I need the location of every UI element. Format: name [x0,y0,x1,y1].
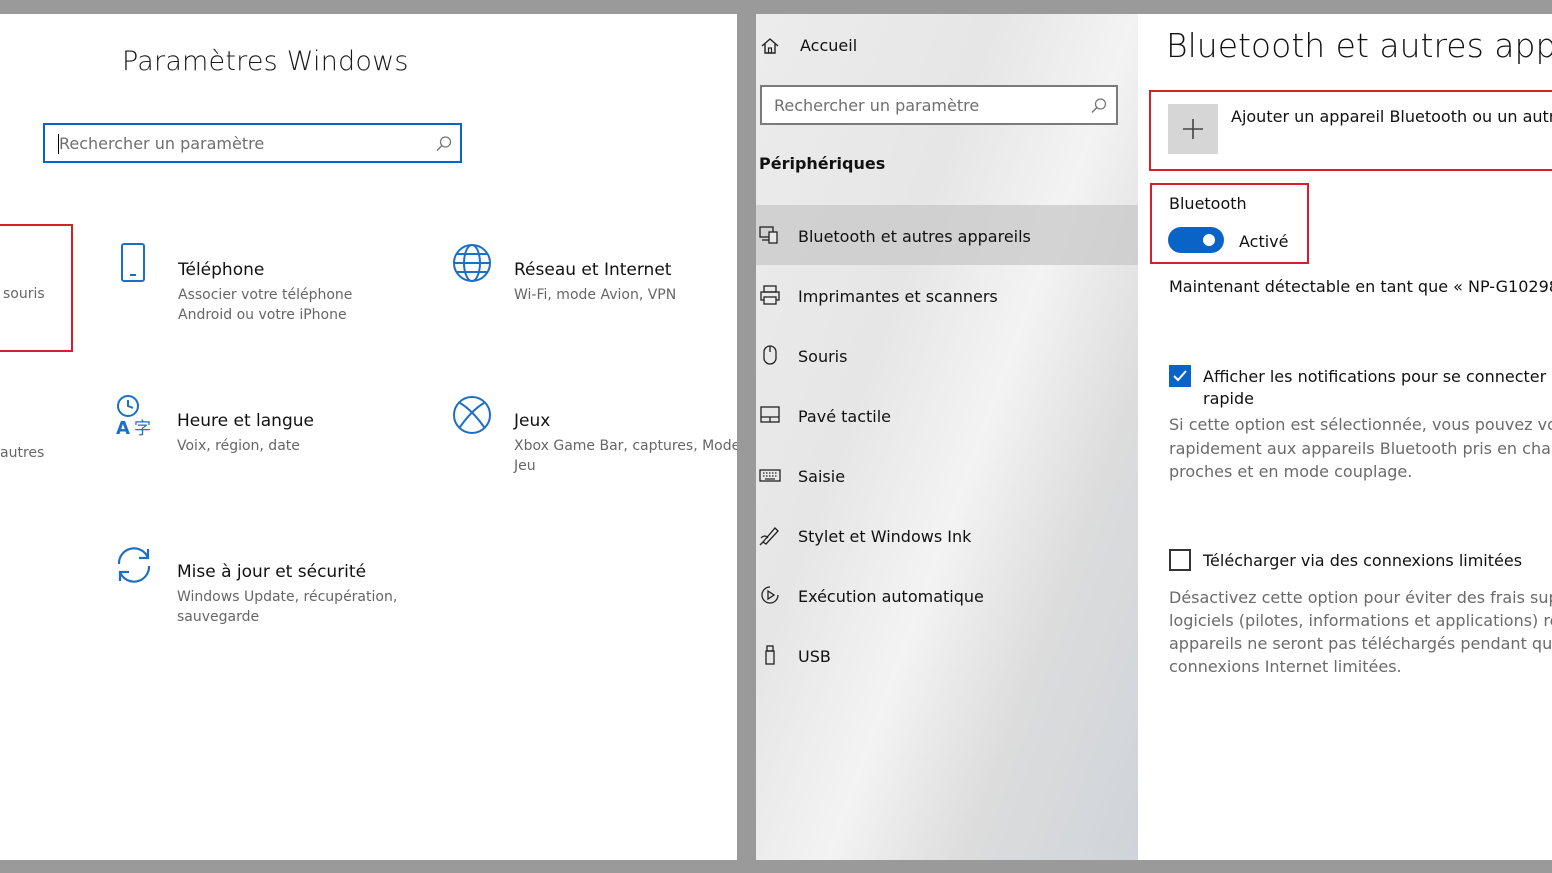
nav-item-label: Pavé tactile [798,407,892,426]
tile-jeux[interactable]: Jeux Xbox Game Bar, captures, Mode Jeu [446,390,737,480]
bluetooth-toggle[interactable] [1168,227,1224,253]
nav-item-label: Bluetooth et autres appareils [798,227,1031,246]
nav-item-label: Saisie [798,467,846,486]
nav-search-input[interactable]: Rechercher un paramètre [760,85,1118,125]
discoverable-text: Maintenant détectable en tant que « NP-G… [1169,277,1552,296]
toggle-knob [1203,234,1215,246]
content-title: Bluetooth et autres appareils [1166,26,1552,65]
metered-desc: connexions Internet limitées. [1169,657,1402,676]
autoplay-icon [761,586,779,604]
content-pane: Bluetooth et autres appareils Ajouter un… [1138,14,1552,860]
tile-reseau[interactable]: Réseau et Internet Wi-Fi, mode Avion, VP… [446,239,736,329]
notifications-label-line2: rapide [1203,389,1254,408]
metered-label: Télécharger via des connexions limitées [1203,551,1523,570]
notifications-desc: proches et en mode couplage. [1169,462,1413,481]
plus-icon [1183,119,1203,139]
nav-item-label: Exécution automatique [798,587,984,606]
nav-item-touchpad[interactable]: Pavé tactile [756,385,1138,445]
tile-desc-line: Android ou votre iPhone [178,307,347,323]
notifications-desc: Si cette option est sélectionnée, vous p… [1169,415,1552,434]
tile-telephone[interactable]: Téléphone Associer votre téléphone Andro… [108,239,408,329]
nav-item-label: Stylet et Windows Ink [798,527,972,546]
notifications-label: Afficher les notifications pour se conne… [1203,367,1552,386]
nav-home-label: Accueil [800,36,858,55]
checkmark-icon [1173,370,1187,382]
bluetooth-settings-window: Accueil Rechercher un paramètre Périphér… [756,14,1552,860]
pen-icon [759,527,779,546]
nav-item-bluetooth[interactable]: Bluetooth et autres appareils [756,205,1138,265]
metered-desc: Désactivez cette option pour éviter des … [1169,588,1552,607]
tile-desc-line: Xbox Game Bar, captures, Mode [514,438,737,454]
keyboard-icon [759,469,781,482]
notifications-desc: rapidement aux appareils Bluetooth pris … [1169,439,1552,458]
globe-icon [453,244,491,282]
tile-title: Téléphone [178,260,265,280]
tile-title: Réseau et Internet [514,260,672,280]
tile-desc-line: sauvegarde [177,609,260,625]
printer-icon [760,285,780,305]
nav-item-souris[interactable]: Souris [756,325,1138,385]
home-icon [761,38,779,54]
nav-section-title: Périphériques [759,154,886,173]
nav-item-saisie[interactable]: Saisie [756,445,1138,505]
tile-apps-desc: autres [0,445,45,461]
update-icon [117,547,151,583]
tile-peripheriques-highlight[interactable]: souris [0,224,73,352]
tile-desc-line: Wi-Fi, mode Avion, VPN [514,287,677,303]
metered-desc: logiciels (pilotes, informations et appl… [1169,611,1552,630]
tile-peripheriques-desc: souris [3,286,45,302]
tile-title: Heure et langue [177,411,314,431]
nav-home[interactable]: Accueil [756,32,1138,62]
nav-item-label: USB [798,647,831,666]
bluetooth-devices-icon [759,226,778,244]
time-language-icon: A 字 [116,395,151,436]
touchpad-icon [760,406,780,423]
nav-item-label: Imprimantes et scanners [798,287,998,306]
tile-title: Mise à jour et sécurité [177,562,367,582]
add-device-tile [1168,104,1218,154]
notifications-checkbox[interactable] [1169,365,1191,387]
bluetooth-label: Bluetooth [1169,194,1247,213]
add-device-button[interactable]: Ajouter un appareil Bluetooth ou un autr… [1168,104,1552,156]
tile-desc-line: Windows Update, récupération, [177,589,398,605]
svg-text:A: A [116,418,130,436]
toggle-state: Activé [1239,232,1289,251]
nav-item-autoplay[interactable]: Exécution automatique [756,565,1138,625]
nav-pane: Accueil Rechercher un paramètre Périphér… [756,14,1138,860]
search-input[interactable]: Rechercher un paramètre [43,123,462,163]
search-placeholder: Rechercher un paramètre [59,134,265,153]
tile-mise-a-jour[interactable]: Mise à jour et sécurité Windows Update, … [108,541,428,631]
nav-item-printers[interactable]: Imprimantes et scanners [756,265,1138,325]
nav-item-label: Souris [798,347,848,366]
tile-desc-line: Voix, région, date [177,438,300,454]
settings-home-window: Paramètres Windows Rechercher un paramèt… [0,14,737,860]
tile-desc-line: Associer votre téléphone [178,287,353,303]
page-title: Paramètres Windows [122,46,409,77]
tile-title: Jeux [514,411,551,431]
usb-icon [765,645,775,665]
tile-desc-line: Jeu [514,458,536,474]
svg-text:字: 字 [134,419,151,436]
search-icon[interactable] [1090,97,1108,115]
metered-checkbox[interactable] [1169,549,1191,571]
phone-icon [121,243,145,282]
metered-desc: appareils ne seront pas téléchargés pend… [1169,634,1552,653]
xbox-icon [453,396,491,434]
nav-item-stylet[interactable]: Stylet et Windows Ink [756,505,1138,565]
tile-heure-langue[interactable]: A 字 Heure et langue Voix, région, date [108,390,408,480]
nav-search-placeholder: Rechercher un paramètre [774,96,980,115]
add-device-label: Ajouter un appareil Bluetooth ou un autr… [1231,107,1552,126]
search-icon[interactable] [435,135,453,153]
nav-item-usb[interactable]: USB [756,625,1138,685]
mouse-icon [763,345,777,365]
